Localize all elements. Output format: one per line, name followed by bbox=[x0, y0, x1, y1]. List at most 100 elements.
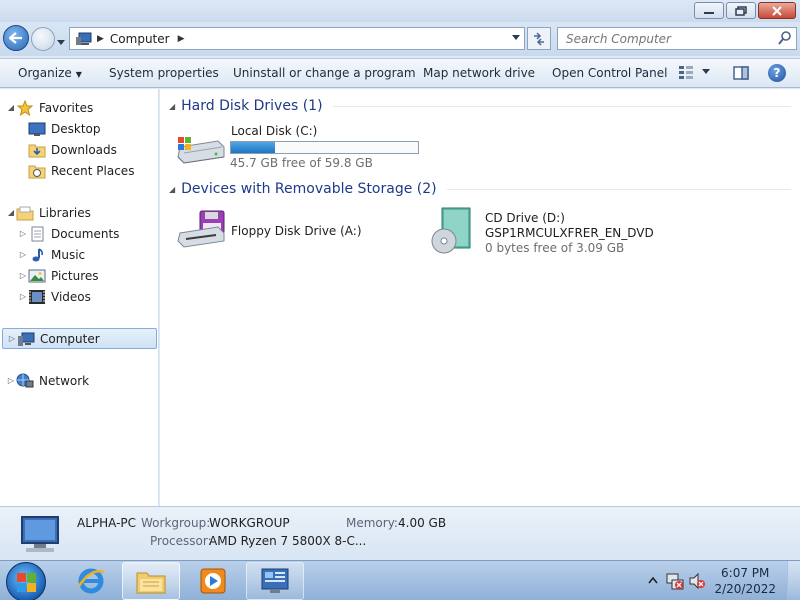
disk-usage-fill bbox=[231, 142, 276, 153]
help-icon[interactable]: ? bbox=[768, 64, 786, 82]
expand-icon[interactable]: ▷ bbox=[7, 334, 17, 343]
clock[interactable]: 6:07 PM 2/20/2022 bbox=[714, 565, 776, 597]
network-status-icon[interactable] bbox=[666, 572, 684, 590]
drive-cd-d[interactable]: CD Drive (D:) GSP1RMCULXFRER_EN_DVD 0 by… bbox=[430, 205, 660, 257]
computer-icon bbox=[18, 332, 35, 346]
tree-label-network: Network bbox=[39, 373, 90, 388]
tree-item-videos[interactable]: ▷ Videos bbox=[0, 286, 157, 307]
collapse-icon[interactable]: ◢ bbox=[6, 103, 16, 112]
expand-icon[interactable]: ▷ bbox=[18, 250, 28, 259]
search-box bbox=[557, 27, 797, 50]
show-hidden-icons-icon[interactable] bbox=[648, 576, 658, 584]
star-icon bbox=[16, 99, 34, 116]
refresh-button[interactable] bbox=[527, 27, 551, 50]
videos-icon bbox=[29, 289, 45, 304]
chevron-down-icon[interactable] bbox=[512, 35, 520, 41]
search-input[interactable] bbox=[558, 28, 768, 49]
minimize-button[interactable] bbox=[694, 2, 724, 19]
recent-pages-dropdown[interactable] bbox=[57, 35, 65, 49]
computer-icon bbox=[21, 516, 59, 552]
address-bar[interactable]: ▶ Computer ▶ bbox=[69, 27, 525, 50]
preview-pane-icon[interactable] bbox=[733, 66, 749, 80]
change-view-button[interactable] bbox=[678, 65, 710, 79]
documents-icon bbox=[31, 226, 44, 241]
tree-label-recent-places: Recent Places bbox=[51, 163, 135, 178]
collapse-icon[interactable]: ◢ bbox=[169, 185, 175, 194]
expand-icon[interactable]: ▷ bbox=[18, 229, 28, 238]
chevron-down-icon bbox=[57, 40, 65, 45]
breadcrumb-arrow-icon[interactable]: ▶ bbox=[97, 34, 104, 44]
tree-label-computer: Computer bbox=[40, 331, 100, 346]
tree-item-computer[interactable]: ▷ Computer bbox=[2, 328, 157, 349]
breadcrumb-computer[interactable]: Computer bbox=[110, 32, 170, 46]
tree-label-pictures: Pictures bbox=[51, 268, 99, 283]
show-desktop-button[interactable] bbox=[787, 561, 800, 600]
breadcrumb-arrow-icon[interactable]: ▶ bbox=[178, 34, 185, 44]
title-bar bbox=[0, 0, 800, 22]
tree-item-libraries[interactable]: ◢ Libraries bbox=[0, 202, 157, 223]
restore-button[interactable] bbox=[726, 2, 756, 19]
chevron-down-icon: ▼ bbox=[75, 70, 82, 79]
taskbar-internet-explorer[interactable] bbox=[62, 562, 120, 600]
memory-value: 4.00 GB bbox=[398, 516, 447, 530]
volume-muted-icon[interactable] bbox=[688, 572, 706, 590]
search-icon[interactable] bbox=[778, 31, 792, 45]
expand-icon[interactable]: ▷ bbox=[18, 271, 28, 280]
window-controls bbox=[694, 2, 796, 19]
details-pane: ALPHA-PC Workgroup: WORKGROUP Memory: 4.… bbox=[0, 506, 800, 560]
group-title-hard-disk-drives: Hard Disk Drives (1) bbox=[181, 98, 323, 114]
system-properties-button[interactable]: System properties bbox=[109, 66, 219, 80]
chevron-down-icon bbox=[702, 69, 710, 74]
minimize-icon bbox=[704, 11, 714, 14]
taskbar-media-player[interactable] bbox=[184, 562, 242, 600]
group-title-removable-storage: Devices with Removable Storage (2) bbox=[181, 181, 437, 197]
restore-icon bbox=[735, 5, 747, 16]
uninstall-program-button[interactable]: Uninstall or change a program bbox=[233, 66, 416, 80]
tree-item-documents[interactable]: ▷ Documents bbox=[0, 223, 157, 244]
tree-item-favorites[interactable]: ◢ Favorites bbox=[0, 97, 157, 118]
forward-button[interactable] bbox=[31, 27, 55, 51]
tree-label-favorites: Favorites bbox=[39, 100, 94, 115]
expand-icon[interactable]: ▷ bbox=[18, 292, 28, 301]
back-arrow-icon bbox=[9, 32, 22, 44]
taskbar-control-panel[interactable] bbox=[246, 562, 304, 600]
tree-item-music[interactable]: ▷ Music bbox=[0, 244, 157, 265]
tree-item-recent-places[interactable]: Recent Places bbox=[0, 160, 157, 181]
processor-value: AMD Ryzen 7 5800X 8-C... bbox=[209, 534, 367, 548]
drive-free-space-cd: 0 bytes free of 3.09 GB bbox=[485, 241, 625, 255]
drive-free-space-local-disk: 45.7 GB free of 59.8 GB bbox=[230, 156, 373, 170]
tree-item-desktop[interactable]: Desktop bbox=[0, 118, 157, 139]
organize-button[interactable]: Organize ▼ bbox=[18, 66, 82, 80]
back-button[interactable] bbox=[3, 25, 29, 51]
network-icon bbox=[16, 373, 34, 387]
group-header-removable-storage[interactable]: ◢ Devices with Removable Storage (2) bbox=[169, 181, 791, 197]
cd-drive-icon bbox=[431, 207, 471, 254]
drive-volume-label-cd: GSP1RMCULXFRER_EN_DVD bbox=[485, 226, 654, 240]
group-header-hard-disk-drives[interactable]: ◢ Hard Disk Drives (1) bbox=[169, 98, 791, 114]
tree-label-libraries: Libraries bbox=[39, 205, 91, 220]
collapse-icon[interactable]: ◢ bbox=[169, 102, 175, 111]
close-button[interactable] bbox=[758, 2, 796, 19]
tree-item-downloads[interactable]: Downloads bbox=[0, 139, 157, 160]
pictures-icon bbox=[28, 269, 46, 282]
tree-item-pictures[interactable]: ▷ Pictures bbox=[0, 265, 157, 286]
downloads-folder-icon bbox=[28, 144, 46, 157]
taskbar-windows-explorer[interactable] bbox=[122, 562, 180, 600]
command-bar: Organize ▼ System properties Uninstall or… bbox=[0, 58, 800, 88]
clock-time: 6:07 PM bbox=[721, 566, 770, 580]
collapse-icon[interactable]: ◢ bbox=[6, 208, 16, 217]
start-button[interactable] bbox=[6, 562, 46, 600]
computer-name: ALPHA-PC bbox=[77, 516, 137, 530]
drive-name-local-disk: Local Disk (C:) bbox=[231, 124, 318, 138]
tree-item-network[interactable]: ▷ Network bbox=[0, 370, 157, 391]
open-control-panel-button[interactable]: Open Control Panel bbox=[552, 66, 667, 80]
expand-icon[interactable]: ▷ bbox=[6, 376, 16, 385]
media-player-icon bbox=[200, 568, 226, 594]
navigation-pane: ◢ Favorites Desktop Downloads Recent Pla… bbox=[0, 89, 159, 506]
map-network-drive-button[interactable]: Map network drive bbox=[423, 66, 535, 80]
close-icon bbox=[772, 5, 782, 16]
processor-label: Processor: bbox=[150, 534, 212, 548]
drive-local-disk-c[interactable]: Local Disk (C:) 45.7 GB free of 59.8 GB bbox=[176, 123, 426, 173]
drive-floppy-a[interactable]: Floppy Disk Drive (A:) bbox=[176, 207, 376, 253]
taskbar: 6:07 PM 2/20/2022 bbox=[0, 560, 800, 600]
